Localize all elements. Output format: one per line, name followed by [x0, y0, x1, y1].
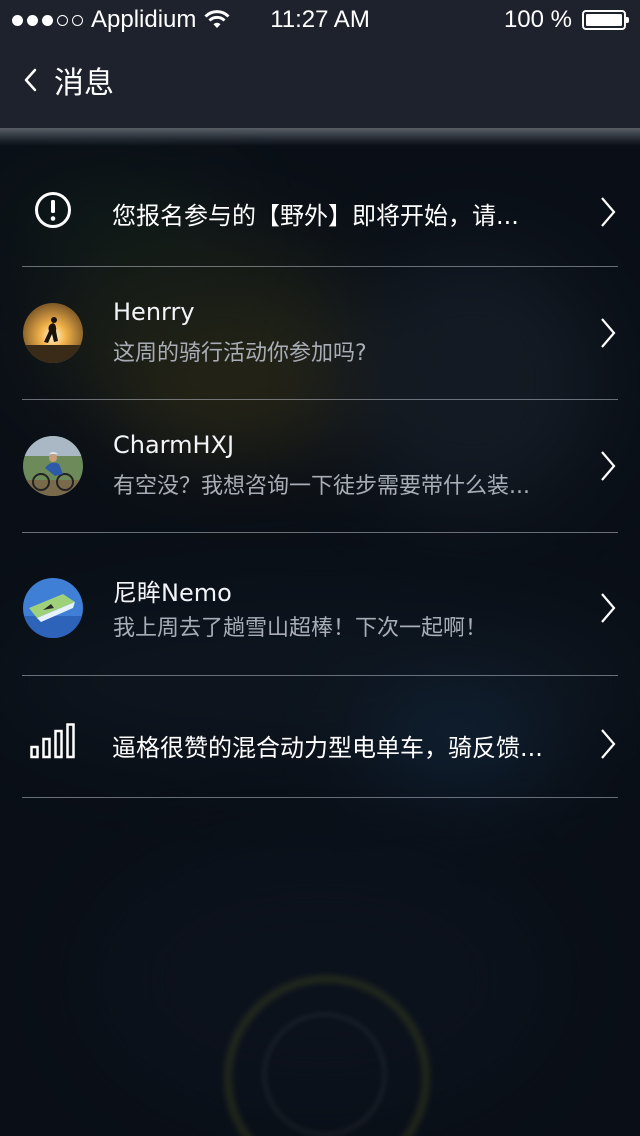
- list-item-chat[interactable]: CharmHXJ 有空没？我想咨询一下徒步需要带什么装...: [0, 400, 640, 533]
- message-preview: 这周的骑行活动你参加吗?: [113, 341, 367, 366]
- chevron-right-icon: [601, 318, 616, 348]
- nav-shadow: [0, 128, 640, 146]
- alert-icon: [22, 179, 84, 241]
- divider: [22, 797, 618, 798]
- list-item-chat[interactable]: Henrry 这周的骑行活动你参加吗?: [0, 267, 640, 400]
- sender-name: CharmHXJ: [113, 431, 235, 459]
- chevron-right-icon: [601, 729, 616, 759]
- status-bar: Applidium 11:27 AM 100 %: [0, 0, 640, 40]
- sender-name: Henrry: [113, 298, 195, 326]
- list-item-chat[interactable]: 尼眸Nemo 我上周去了趟雪山超棒！下次一起啊！: [0, 533, 640, 676]
- list-item-notice[interactable]: 逼格很赞的混合动力型电单车，骑反馈...: [0, 676, 640, 798]
- chevron-right-icon: [601, 197, 616, 227]
- avatar-nemo: [22, 577, 84, 639]
- notice-text: 逼格很赞的混合动力型电单车，骑反馈...: [112, 734, 543, 762]
- bar-chart-icon: [22, 710, 84, 772]
- navigation-bar: 消息: [0, 40, 640, 128]
- avatar-henrry: [22, 302, 84, 364]
- chevron-right-icon: [601, 593, 616, 623]
- notice-text: 您报名参与的【野外】即将开始，请...: [112, 202, 519, 230]
- message-list: 您报名参与的【野外】即将开始，请... Henrry 这周的骑行活动你参加吗? …: [0, 146, 640, 798]
- sender-name: 尼眸Nemo: [113, 579, 232, 607]
- avatar-charmhxj: [22, 435, 84, 497]
- back-chevron-icon[interactable]: [20, 64, 42, 96]
- battery-percent: 100 %: [503, 6, 572, 33]
- message-preview: 我上周去了趟雪山超棒！下次一起啊！: [113, 616, 488, 641]
- battery-icon: [582, 10, 629, 30]
- list-item-notice[interactable]: 您报名参与的【野外】即将开始，请...: [0, 146, 640, 267]
- page-title: 消息: [54, 66, 114, 101]
- message-preview: 有空没？我想咨询一下徒步需要带什么装...: [113, 474, 530, 499]
- chevron-right-icon: [601, 451, 616, 481]
